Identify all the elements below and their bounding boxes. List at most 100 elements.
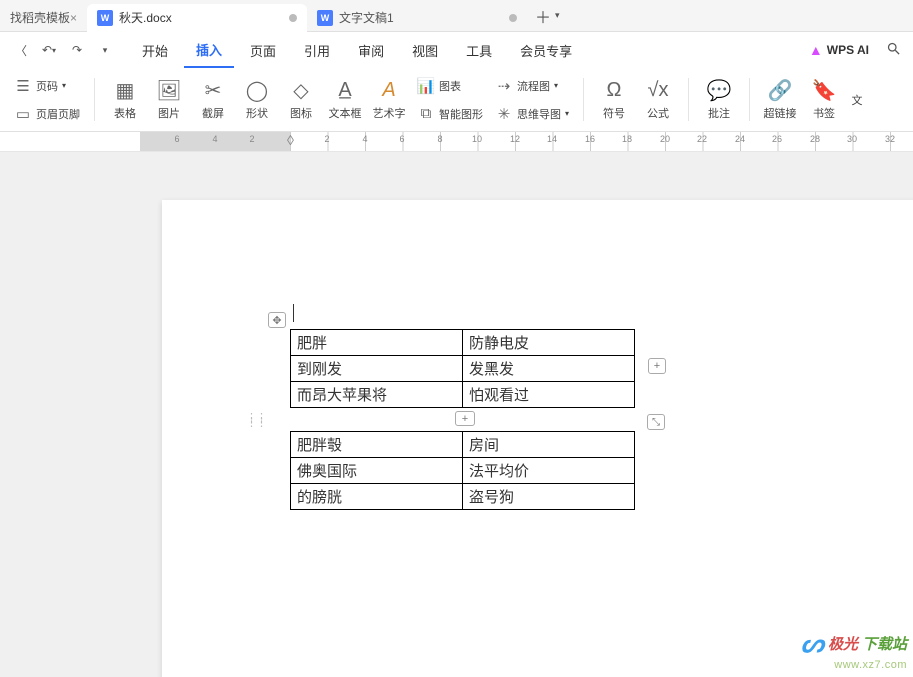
back-button[interactable]: 〈 [8, 38, 34, 62]
redo-icon: ↷ [72, 43, 82, 57]
wordart-button[interactable]: A 艺术字 [369, 73, 409, 127]
table-add-row-handle[interactable]: + [455, 411, 475, 426]
menu-insert[interactable]: 插入 [184, 32, 234, 68]
chevron-left-icon: 〈 [15, 42, 27, 59]
table-cell[interactable]: 肥胖 [291, 330, 463, 356]
menu-view[interactable]: 视图 [400, 32, 450, 68]
table-cell[interactable]: 佛奥国际 [291, 458, 463, 484]
table-cell[interactable]: 房间 [463, 432, 635, 458]
table-resize-handle[interactable]: ⤡ [647, 414, 665, 430]
label: 页码 [36, 78, 58, 94]
icon-button[interactable]: ◇ 图标 [281, 73, 321, 127]
table-row[interactable]: 肥胖 防静电皮 [291, 330, 635, 356]
chevron-down-icon: ▾ [62, 81, 66, 90]
symbol-button[interactable]: Ω 符号 [594, 73, 634, 127]
close-icon[interactable]: × [70, 11, 77, 25]
chart-button[interactable]: 📊 图表 [413, 74, 487, 98]
table-cell[interactable]: 防静电皮 [463, 330, 635, 356]
indent-marker-icon[interactable]: ◊ [287, 132, 294, 148]
flowchart-button[interactable]: ⇢ 流程图 ▾ [491, 74, 573, 98]
table-cell[interactable]: 发黑发 [463, 356, 635, 382]
label: 图表 [439, 78, 461, 94]
screenshot-button[interactable]: ✂ 截屏 [193, 73, 233, 127]
tab-label: 秋天.docx [119, 9, 172, 26]
ai-sparkle-icon: ▲ [809, 42, 823, 58]
horizontal-ruler[interactable]: ◊ 6 4 2 2 4 6 8 10 12 14 16 18 20 22 24 … [140, 132, 913, 152]
table-row[interactable]: 肥胖彀 房间 [291, 432, 635, 458]
chevron-down-icon: ▾ [555, 10, 560, 21]
tab-file-2[interactable]: W 文字文稿1 [307, 4, 527, 32]
modified-dot-icon [289, 14, 297, 22]
chevron-down-icon: ▾ [52, 46, 56, 55]
header-footer-icon: ▭ [14, 105, 32, 123]
hyperlink-button[interactable]: 🔗 超链接 [760, 73, 800, 127]
modified-dot-icon [509, 14, 517, 22]
table-row[interactable]: 到刚发 发黑发 [291, 356, 635, 382]
label: 智能图形 [439, 106, 483, 122]
redo-button[interactable]: ↷ [64, 38, 90, 62]
table-move-handle[interactable]: ✥ [268, 312, 286, 328]
picture-button[interactable]: 🖼 图片 [149, 73, 189, 127]
chevron-down-icon: ▾ [554, 81, 558, 90]
label: 流程图 [517, 78, 550, 94]
table-cell[interactable]: 而昂大苹果将 [291, 382, 463, 408]
qat-more-button[interactable]: ▾ [92, 38, 118, 62]
smartart-button[interactable]: ⧉ 智能图形 [413, 102, 487, 126]
plus-icon: + [462, 413, 468, 425]
tab-label: 找稻壳模板 [10, 9, 70, 26]
document-table-1[interactable]: 肥胖 防静电皮 到刚发 发黑发 而昂大苹果将 怕观看过 [290, 329, 635, 408]
menu-tools[interactable]: 工具 [454, 32, 504, 68]
document-page[interactable]: ✥ 肥胖 防静电皮 到刚发 发黑发 而昂大苹果将 怕观看过 + + ⤡ ⋮⋮⋮⋮ [162, 200, 913, 677]
menu-page[interactable]: 页面 [238, 32, 288, 68]
table-cell[interactable]: 法平均价 [463, 458, 635, 484]
label: 页眉页脚 [36, 106, 80, 122]
search-icon [886, 41, 901, 59]
menu-review[interactable]: 审阅 [346, 32, 396, 68]
header-footer-button[interactable]: ▭ 页眉页脚 [10, 102, 84, 126]
table-cell[interactable]: 盗号狗 [463, 484, 635, 510]
shape-icon: ◯ [246, 79, 268, 103]
formula-button[interactable]: √x 公式 [638, 73, 678, 127]
new-tab-button[interactable]: ＋ ▾ [527, 4, 568, 28]
ruler-area: ◊ 6 4 2 2 4 6 8 10 12 14 16 18 20 22 24 … [0, 132, 913, 152]
bookmark-button[interactable]: 🔖 书签 [804, 73, 844, 127]
table-cell[interactable]: 肥胖彀 [291, 432, 463, 458]
label: 思维导图 [517, 106, 561, 122]
document-area[interactable]: ✥ 肥胖 防静电皮 到刚发 发黑发 而昂大苹果将 怕观看过 + + ⤡ ⋮⋮⋮⋮ [0, 152, 913, 677]
plus-icon: + [654, 360, 660, 372]
table-add-column-handle[interactable]: + [648, 358, 666, 374]
document-table-2[interactable]: 肥胖彀 房间 佛奥国际 法平均价 的膀胱 盗号狗 [290, 431, 635, 510]
more-button[interactable]: 文 [848, 73, 866, 127]
drag-handle-icon[interactable]: ⋮⋮⋮⋮ [246, 416, 266, 426]
page-number-icon: ☰ [14, 77, 32, 95]
mindmap-button[interactable]: ✳ 思维导图 ▾ [491, 102, 573, 126]
table-row[interactable]: 的膀胱 盗号狗 [291, 484, 635, 510]
search-button[interactable] [881, 41, 905, 59]
symbol-icon: Ω [607, 79, 622, 103]
table-row[interactable]: 而昂大苹果将 怕观看过 [291, 382, 635, 408]
page-number-button[interactable]: ☰ 页码 ▾ [10, 74, 84, 98]
link-icon: 🔗 [768, 79, 793, 103]
menu-member[interactable]: 会员专享 [508, 32, 584, 68]
icons-icon: ◇ [293, 79, 308, 103]
wps-ai-label: WPS AI [827, 43, 869, 57]
undo-icon: ↶ [42, 43, 52, 57]
table-cell[interactable]: 怕观看过 [463, 382, 635, 408]
resize-icon: ⤡ [652, 417, 660, 428]
wps-ai-button[interactable]: ▲ WPS AI [801, 42, 877, 58]
formula-icon: √x [648, 79, 669, 103]
menu-references[interactable]: 引用 [292, 32, 342, 68]
mindmap-icon: ✳ [495, 105, 513, 123]
table-row[interactable]: 佛奥国际 法平均价 [291, 458, 635, 484]
tab-file-1[interactable]: W 秋天.docx [87, 4, 307, 32]
textbox-button[interactable]: A̲ 文本框 [325, 73, 365, 127]
undo-button[interactable]: ↶▾ [36, 38, 62, 62]
comment-button[interactable]: 💬 批注 [699, 73, 739, 127]
table-cell[interactable]: 到刚发 [291, 356, 463, 382]
menu-home[interactable]: 开始 [130, 32, 180, 68]
shape-button[interactable]: ◯ 形状 [237, 73, 277, 127]
table-cell[interactable]: 的膀胱 [291, 484, 463, 510]
comment-icon: 💬 [707, 79, 732, 103]
table-button[interactable]: ▦ 表格 [105, 73, 145, 127]
tab-templates[interactable]: 找稻壳模板 × [0, 4, 87, 32]
